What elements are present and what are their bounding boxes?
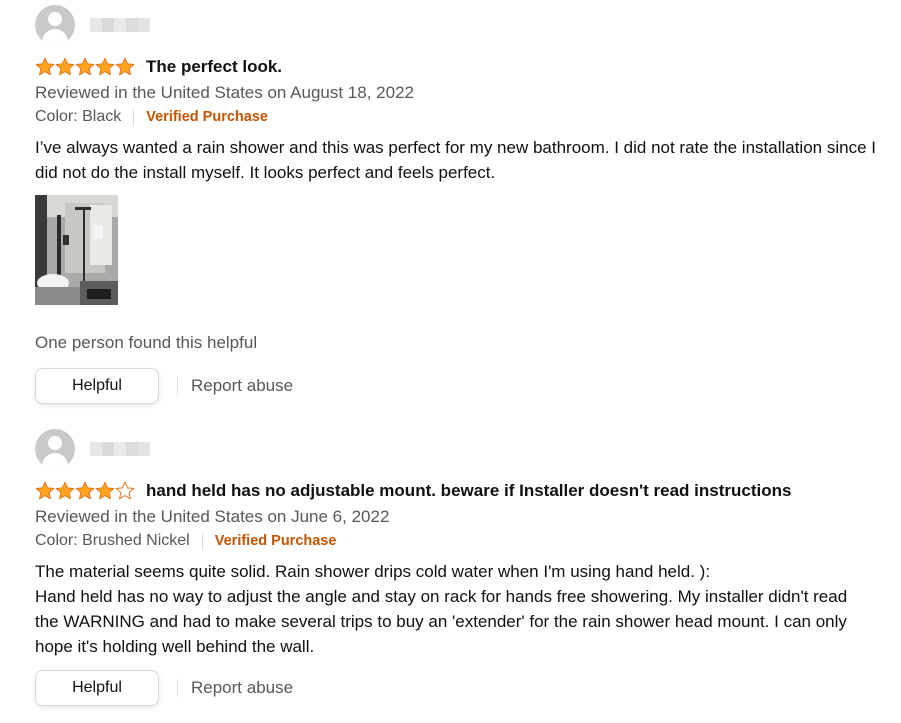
verified-purchase-badge[interactable]: Verified Purchase (215, 529, 337, 553)
review-date: Reviewed in the United States on June 6,… (35, 507, 390, 526)
review-title[interactable]: The perfect look. (146, 57, 282, 77)
star-rating[interactable] (35, 57, 135, 77)
divider (133, 108, 135, 126)
star-filled-icon (95, 57, 115, 76)
star-filled-icon (75, 57, 95, 76)
star-filled-icon (55, 57, 75, 76)
reviewer-profile[interactable] (35, 429, 885, 469)
report-abuse-link[interactable]: Report abuse (191, 678, 293, 698)
review-actions: Helpful Report abuse (35, 367, 885, 405)
divider (201, 532, 203, 550)
reviewer-name-redacted (90, 442, 150, 456)
review-body-line: Hand held has no way to adjust the angle… (35, 587, 848, 656)
star-rating[interactable] (35, 481, 135, 501)
reviewer-profile[interactable] (35, 5, 885, 45)
helpful-button[interactable]: Helpful (35, 368, 159, 404)
review-actions: Helpful Report abuse (35, 669, 885, 707)
review-body-line: I’ve always wanted a rain shower and thi… (35, 138, 876, 182)
helpful-count: One person found this helpful (35, 333, 258, 352)
divider (177, 377, 178, 395)
star-filled-icon (55, 481, 75, 500)
star-empty-icon (115, 481, 135, 500)
review-title[interactable]: hand held has no adjustable mount. bewar… (146, 481, 791, 501)
default-user-avatar-icon[interactable] (35, 5, 75, 45)
review-body: I’ve always wanted a rain shower and thi… (35, 135, 880, 185)
divider (177, 679, 178, 697)
reviewer-name-redacted (90, 18, 150, 32)
product-variant-link[interactable]: Color: Brushed Nickel (35, 529, 190, 553)
review-body: The material seems quite solid. Rain sho… (35, 559, 863, 659)
review-date: Reviewed in the United States on August … (35, 83, 414, 102)
star-filled-icon (35, 481, 55, 500)
review-body-line: The material seems quite solid. Rain sho… (35, 562, 711, 581)
helpful-button[interactable]: Helpful (35, 670, 159, 706)
report-abuse-link[interactable]: Report abuse (191, 376, 293, 396)
verified-purchase-badge[interactable]: Verified Purchase (146, 105, 268, 129)
review-photo-thumbnail[interactable] (35, 195, 118, 305)
review-card: hand held has no adjustable mount. bewar… (35, 429, 885, 707)
star-filled-icon (35, 57, 55, 76)
product-variant-link[interactable]: Color: Black (35, 105, 121, 129)
bathroom-photo-image (35, 195, 118, 305)
review-card: The perfect look. Reviewed in the United… (35, 5, 885, 405)
star-filled-icon (95, 481, 115, 500)
default-user-avatar-icon[interactable] (35, 429, 75, 469)
star-filled-icon (115, 57, 135, 76)
star-filled-icon (75, 481, 95, 500)
